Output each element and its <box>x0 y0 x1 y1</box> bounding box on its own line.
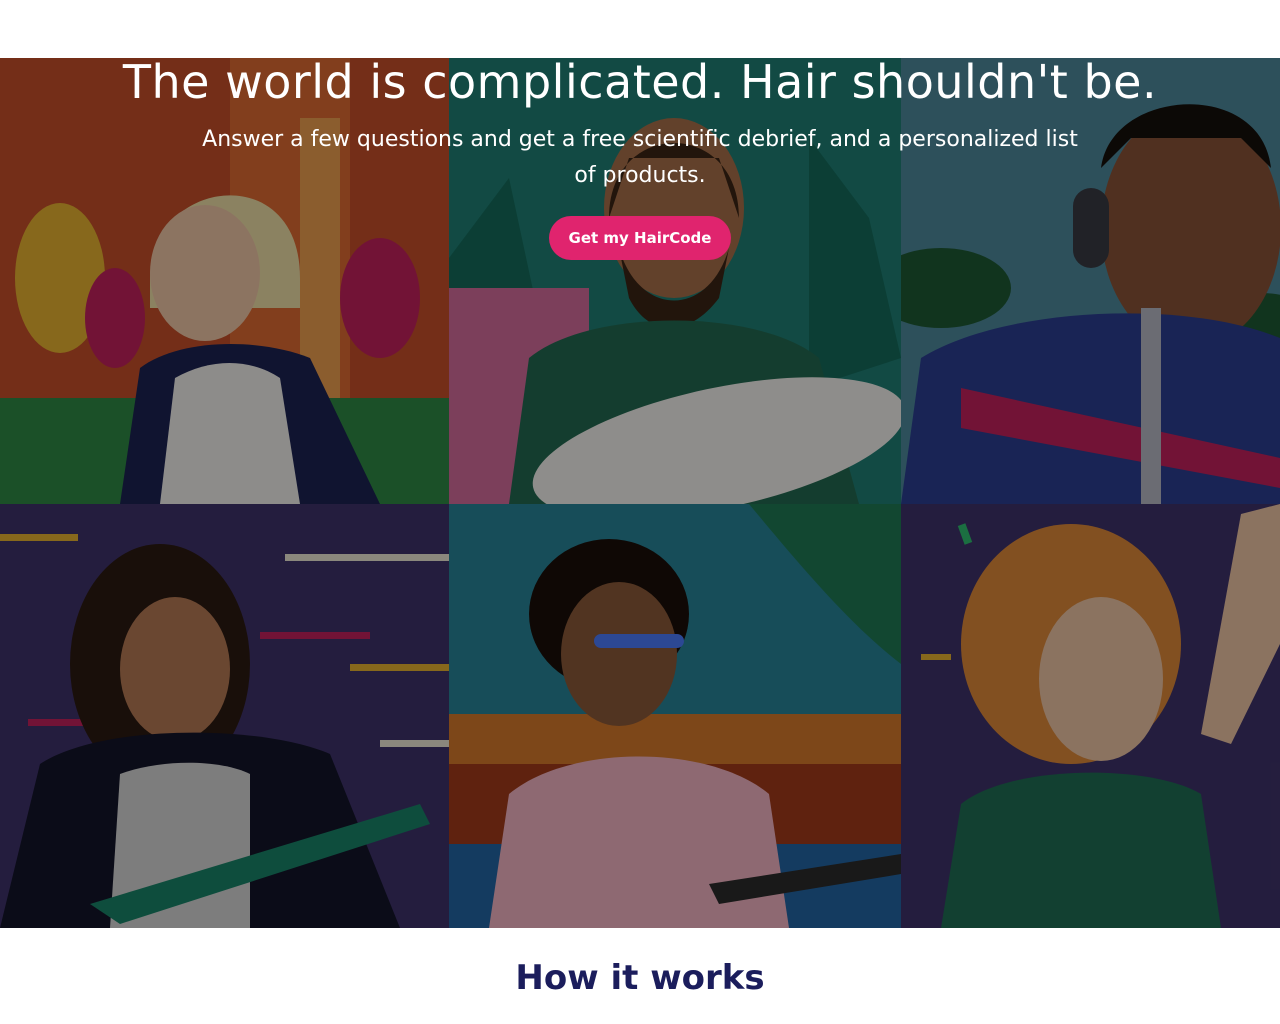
hero-section: The world is complicated. Hair shouldn't… <box>0 58 1280 928</box>
hero-headline: The world is complicated. Hair shouldn't… <box>122 58 1158 109</box>
hero-content: The world is complicated. Hair shouldn't… <box>0 58 1280 260</box>
how-it-works-heading: How it works <box>515 958 765 998</box>
hero-subheadline: Answer a few questions and get a free sc… <box>202 127 1078 188</box>
top-bar <box>0 0 1280 58</box>
get-haircode-button[interactable]: Get my HairCode <box>548 216 732 260</box>
